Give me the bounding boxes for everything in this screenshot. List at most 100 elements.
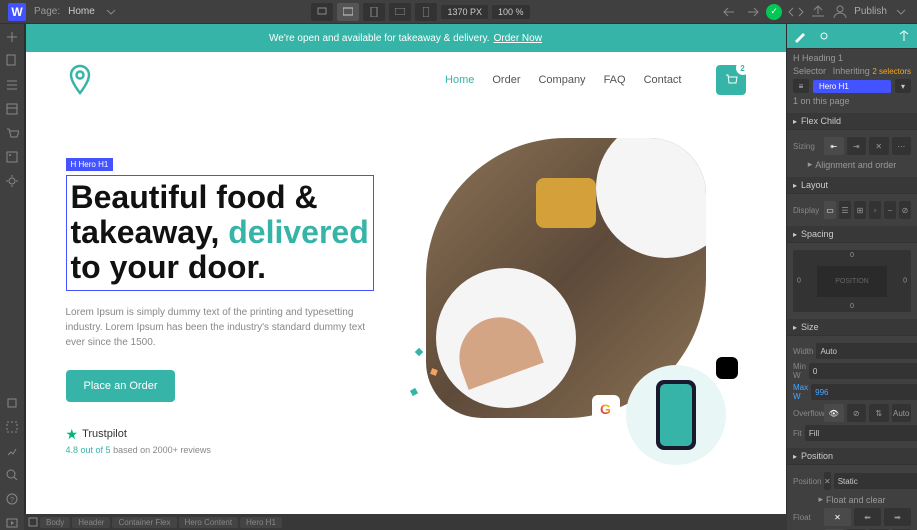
video-icon[interactable]: [5, 516, 19, 530]
size-header[interactable]: Size: [787, 319, 917, 335]
dropdown-icon[interactable]: [103, 4, 119, 20]
export-icon[interactable]: [810, 4, 826, 20]
display-grid-button[interactable]: ⊞: [854, 201, 866, 219]
publish-button[interactable]: Publish: [854, 6, 887, 17]
fit-input[interactable]: [805, 425, 917, 441]
cart-button[interactable]: 2: [716, 65, 746, 95]
nav-company[interactable]: Company: [538, 74, 585, 86]
device-desktop-button[interactable]: [337, 3, 359, 21]
element-type-label: H Heading 1: [793, 53, 911, 63]
plate-graphic: [596, 138, 706, 258]
inheriting-label[interactable]: Inheriting 2 selectors: [833, 66, 911, 76]
class-name-chip[interactable]: Hero H1: [813, 80, 891, 93]
search-icon[interactable]: [5, 468, 19, 482]
position-close-button[interactable]: ✕: [824, 472, 831, 490]
navigator-icon[interactable]: [5, 78, 19, 92]
top-toolbar: W Page: Home 1370 PX 100 % ✓ Publish: [0, 0, 917, 24]
cart-icon: [724, 73, 738, 87]
spacing-header[interactable]: Spacing: [787, 226, 917, 242]
settings-tab-icon[interactable]: [817, 29, 831, 43]
style-tab-icon[interactable]: [793, 29, 807, 43]
element-selection-tag[interactable]: H Hero H1: [66, 158, 114, 171]
status-ok-icon[interactable]: ✓: [766, 4, 782, 20]
display-none-button[interactable]: ⊘: [899, 201, 911, 219]
flex-shrink-button[interactable]: ⇤: [824, 137, 844, 155]
undo-icon[interactable]: [722, 4, 738, 20]
position-header[interactable]: Position: [787, 448, 917, 464]
tool-box-icon[interactable]: [5, 396, 19, 410]
alignment-label[interactable]: ▸ Alignment and order: [793, 159, 911, 170]
add-element-icon[interactable]: [5, 30, 19, 44]
selector-dropdown-icon[interactable]: ▾: [895, 79, 911, 93]
page-label: Page:: [34, 6, 60, 17]
overflow-hidden-button[interactable]: ⊘: [847, 404, 867, 422]
flex-grow-button[interactable]: ⇥: [847, 137, 867, 155]
hero-paragraph[interactable]: Lorem Ipsum is simply dummy text of the …: [66, 305, 366, 350]
pages-icon[interactable]: [5, 54, 19, 68]
nav-contact[interactable]: Contact: [644, 74, 682, 86]
selector-type-icon[interactable]: ≡: [793, 79, 809, 93]
publish-dropdown-icon[interactable]: [893, 4, 909, 20]
ecommerce-icon[interactable]: [5, 126, 19, 140]
display-flex-button[interactable]: ☰: [839, 201, 851, 219]
navigator-toggle-icon[interactable]: [28, 517, 38, 527]
user-icon[interactable]: [832, 4, 848, 20]
display-inline-block-button[interactable]: ▫: [869, 201, 881, 219]
confetti-icon: [409, 387, 417, 395]
breadcrumb-item[interactable]: Header: [72, 517, 110, 528]
position-input[interactable]: [834, 473, 917, 489]
help-icon[interactable]: ?: [5, 492, 19, 506]
device-preview-button[interactable]: [311, 3, 333, 21]
maxw-input[interactable]: [811, 384, 917, 400]
hero-heading[interactable]: Beautiful food & takeaway, delivered to …: [66, 175, 374, 291]
float-none-button[interactable]: ✕: [824, 508, 851, 526]
float-right-button[interactable]: ➡: [884, 508, 911, 526]
float-left-button[interactable]: ⬅: [854, 508, 881, 526]
redo-icon[interactable]: [744, 4, 760, 20]
flex-child-header[interactable]: Flex Child: [787, 113, 917, 129]
instance-count[interactable]: 1 on this page: [793, 96, 911, 106]
breadcrumb-item[interactable]: Hero H1: [240, 517, 282, 528]
device-tablet-button[interactable]: [363, 3, 385, 21]
overflow-auto-button[interactable]: Auto: [892, 404, 912, 422]
breadcrumb-item[interactable]: Body: [40, 517, 70, 528]
rating-text: 4.8 out of 5 based on 2000+ reviews: [66, 445, 396, 455]
place-order-button[interactable]: Place an Order: [66, 370, 176, 402]
audit-icon[interactable]: [5, 444, 19, 458]
width-input[interactable]: [816, 343, 917, 359]
canvas-width[interactable]: 1370 PX: [441, 5, 488, 19]
position-label: Position: [793, 477, 821, 486]
page-name[interactable]: Home: [68, 6, 95, 17]
interactions-tab-icon[interactable]: [897, 29, 911, 43]
nav-faq[interactable]: FAQ: [604, 74, 626, 86]
banner-link[interactable]: Order Now: [494, 33, 542, 44]
webflow-logo[interactable]: W: [8, 3, 26, 21]
breadcrumb-item[interactable]: Hero Content: [179, 517, 239, 528]
flex-more-button[interactable]: ⋯: [892, 137, 912, 155]
overflow-visible-button[interactable]: 👁: [824, 404, 844, 422]
display-block-button[interactable]: ▭: [824, 201, 836, 219]
minw-input[interactable]: [809, 363, 917, 379]
svg-text:?: ?: [10, 497, 14, 504]
device-mobile-button[interactable]: [415, 3, 437, 21]
device-mobile-landscape-button[interactable]: [389, 3, 411, 21]
design-canvas[interactable]: We're open and available for takeaway & …: [24, 24, 787, 514]
display-inline-button[interactable]: −: [884, 201, 896, 219]
spacing-editor[interactable]: 0 0 0 0 POSITION: [793, 250, 911, 312]
canvas-scale[interactable]: 100 %: [492, 5, 530, 19]
assets-icon[interactable]: [5, 150, 19, 164]
nav-home[interactable]: Home: [445, 74, 474, 86]
overflow-scroll-button[interactable]: ⇅: [869, 404, 889, 422]
cms-icon[interactable]: [5, 102, 19, 116]
site-logo[interactable]: [66, 64, 94, 96]
code-icon[interactable]: [788, 4, 804, 20]
float-clear-label[interactable]: ▸ Float and clear: [793, 494, 911, 505]
trustpilot-badge[interactable]: ★ Trustpilot: [66, 426, 396, 443]
nav-order[interactable]: Order: [492, 74, 520, 86]
phone-bubble: G: [626, 365, 726, 465]
flex-none-button[interactable]: ✕: [869, 137, 889, 155]
settings-icon[interactable]: [5, 174, 19, 188]
layout-header[interactable]: Layout: [787, 177, 917, 193]
breadcrumb-item[interactable]: Container Flex: [112, 517, 176, 528]
tool-outline-icon[interactable]: [5, 420, 19, 434]
